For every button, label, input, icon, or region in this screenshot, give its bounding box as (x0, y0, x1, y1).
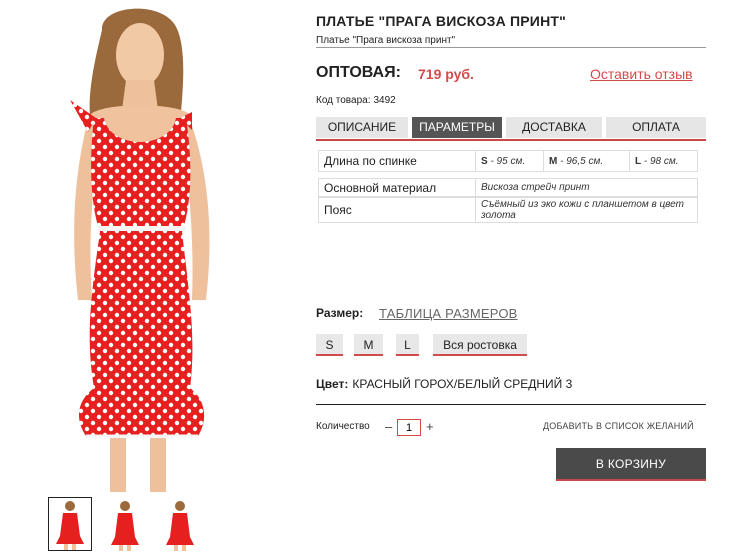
param-row-material: Основной материал Вискоза стрейч принт (318, 178, 698, 197)
quantity-input[interactable] (397, 419, 421, 436)
price-value: 719 руб. (418, 66, 474, 82)
product-main-image (30, 0, 260, 492)
quantity-decrease-button[interactable]: – (385, 419, 392, 434)
param-value: Съёмный из эко кожи с планшетом в цвет з… (475, 198, 699, 222)
sku: Код товара: 3492 (316, 95, 396, 106)
param-length-l: L - 98 см. (629, 151, 699, 171)
tab-description[interactable]: ОПИСАНИЕ (316, 117, 408, 138)
thumbnail-3[interactable] (158, 497, 202, 551)
thumbnail-2[interactable] (103, 497, 147, 551)
size-table-link[interactable]: ТАБЛИЦА РАЗМЕРОВ (379, 306, 518, 321)
tab-delivery[interactable]: ДОСТАВКА (506, 117, 602, 138)
param-row-belt: Пояс Съёмный из эко кожи с планшетом в ц… (318, 197, 698, 223)
size-option-m[interactable]: M (354, 334, 383, 356)
quantity-increase-button[interactable]: + (426, 419, 434, 434)
color-value: КРАСНЫЙ ГОРОХ/БЕЛЫЙ СРЕДНИЙ 3 (352, 377, 573, 391)
leave-review-link[interactable]: Оставить отзыв (590, 66, 693, 82)
sku-label: Код товара: (316, 95, 371, 106)
size-value: - 98 см. (643, 155, 679, 167)
param-label: Основной материал (324, 180, 437, 195)
param-length-s: S - 95 см. (475, 151, 543, 171)
param-label: Пояс (324, 203, 352, 217)
thumbnail-strip (48, 497, 198, 551)
thumbnail-1[interactable] (48, 497, 92, 551)
size-option-all[interactable]: Вся ростовка (433, 334, 527, 356)
divider (316, 47, 706, 48)
product-title: ПЛАТЬЕ "ПРАГА ВИСКОЗА ПРИНТ" (316, 13, 566, 29)
product-subtitle: Платье "Прага вискоза принт" (316, 35, 456, 46)
size-option-s[interactable]: S (316, 334, 343, 356)
size-label: Размер: (316, 306, 364, 320)
size-value: - 96,5 см. (560, 155, 604, 167)
quantity-label: Количество (316, 421, 370, 432)
color-info: Цвет: КРАСНЫЙ ГОРОХ/БЕЛЫЙ СРЕДНИЙ 3 (316, 377, 572, 391)
color-label: Цвет: (316, 377, 349, 391)
price-label: ОПТОВАЯ: (316, 64, 401, 81)
param-row-length: Длина по спинке S - 95 см. M - 96,5 см. … (318, 150, 698, 172)
add-to-wishlist-link[interactable]: ДОБАВИТЬ В СПИСОК ЖЕЛАНИЙ (543, 421, 694, 431)
product-tabs: ОПИСАНИЕ ПАРАМЕТРЫ ДОСТАВКА ОПЛАТА (316, 117, 706, 139)
divider (316, 404, 706, 405)
size-code: S (481, 155, 488, 167)
param-length-m: M - 96,5 см. (543, 151, 629, 171)
size-code: M (549, 155, 558, 167)
param-label: Длина по спинке (324, 154, 417, 168)
size-value: - 95 см. (490, 155, 526, 167)
size-code: L (635, 155, 642, 167)
tabs-underline (316, 139, 706, 141)
add-to-cart-button[interactable]: В КОРЗИНУ (556, 448, 706, 481)
tab-parameters[interactable]: ПАРАМЕТРЫ (412, 117, 502, 138)
sku-value: 3492 (373, 95, 396, 106)
size-option-l[interactable]: L (396, 334, 419, 356)
tab-payment[interactable]: ОПЛАТА (606, 117, 706, 138)
param-value: Вискоза стрейч принт (475, 179, 699, 196)
